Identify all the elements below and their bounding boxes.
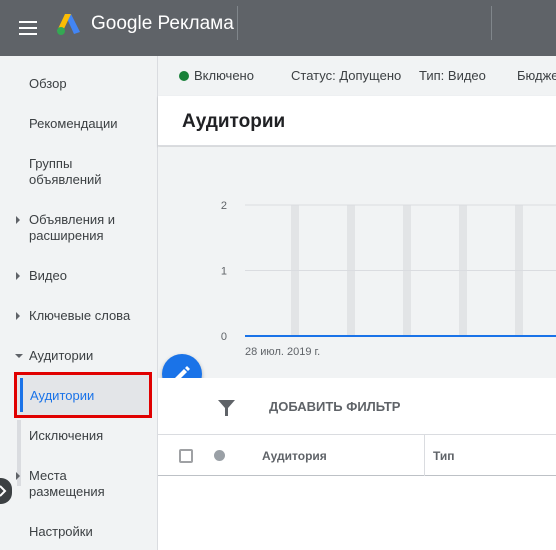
sidebar-item-recommendations[interactable]: Рекомендации xyxy=(0,116,157,132)
sidebar-item-audiences-group[interactable]: Аудитории xyxy=(0,348,157,364)
column-divider[interactable] xyxy=(424,435,425,476)
header-divider xyxy=(491,6,492,40)
add-filter-button[interactable]: ДОБАВИТЬ ФИЛЬТР xyxy=(269,399,400,414)
sidebar-item-label: Аудитории xyxy=(29,348,94,363)
campaign-type: Тип: Видео xyxy=(419,68,486,83)
y-tick-label: 2 xyxy=(221,200,227,212)
chevron-right-icon xyxy=(0,485,7,497)
table-body xyxy=(158,476,556,550)
sidebar-item-overview[interactable]: Обзор xyxy=(0,76,157,92)
campaign-budget: Бюдже xyxy=(517,68,556,83)
main-content: Включено Статус: Допущено Тип: Видео Бюд… xyxy=(158,56,556,550)
campaign-status-bar: Включено Статус: Допущено Тип: Видео Бюд… xyxy=(158,56,556,96)
select-all-checkbox[interactable] xyxy=(179,449,193,463)
sidebar-item-label: Аудитории xyxy=(30,388,95,403)
header-divider xyxy=(237,6,238,40)
expand-caret-icon xyxy=(16,312,20,320)
top-app-bar: Google Реклама xyxy=(0,0,556,56)
enabled-status[interactable]: Включено xyxy=(194,68,254,83)
sidebar-item-label: Группы объявлений xyxy=(29,156,102,187)
sidebar-item-audiences[interactable]: Аудитории xyxy=(14,372,152,418)
sidebar-item-label: Места размещения xyxy=(29,468,105,499)
sidebar-item-label: Настройки xyxy=(29,524,93,539)
enabled-status-dot xyxy=(179,71,189,81)
sidebar-item-label: Объявления и расширения xyxy=(29,212,116,243)
performance-chart: 2 1 0 28 июл. 2019 г. xyxy=(158,147,556,376)
sidebar-item-label: Обзор xyxy=(29,76,67,91)
sidebar-item-label: Исключения xyxy=(29,428,104,443)
sidebar-item-ad-groups[interactable]: Группы объявлений xyxy=(0,156,120,188)
sidebar-item-ads-extensions[interactable]: Объявления и расширения xyxy=(0,212,130,244)
expand-caret-icon xyxy=(16,272,20,280)
filter-bar: ДОБАВИТЬ ФИЛЬТР xyxy=(158,378,556,434)
sidebar-item-label: Ключевые слова xyxy=(29,308,131,323)
status-column-icon xyxy=(214,450,225,461)
sidebar-nav: Обзор Рекомендации Группы объявлений Объ… xyxy=(0,56,158,550)
approval-status: Статус: Допущено xyxy=(291,68,402,83)
column-header-audience[interactable]: Аудитория xyxy=(262,449,327,463)
column-header-type[interactable]: Тип xyxy=(433,449,455,463)
filter-icon[interactable] xyxy=(218,400,235,416)
expand-caret-icon xyxy=(16,472,20,480)
brand-name: Google Реклама xyxy=(91,13,234,34)
chart-svg: 2 1 0 28 июл. 2019 г. xyxy=(221,200,556,358)
sidebar-item-placements[interactable]: Места размещения xyxy=(0,468,120,500)
hamburger-menu-icon[interactable] xyxy=(12,12,44,44)
sidebar-item-keywords[interactable]: Ключевые слова xyxy=(0,308,157,324)
page-title: Аудитории xyxy=(182,111,286,132)
sidebar-item-settings[interactable]: Настройки xyxy=(0,524,157,540)
x-tick-label: 28 июл. 2019 г. xyxy=(245,346,320,358)
sidebar-item-label: Рекомендации xyxy=(29,116,118,131)
sidebar-item-video[interactable]: Видео xyxy=(0,268,157,284)
expand-caret-icon xyxy=(16,216,20,224)
google-ads-logo xyxy=(57,14,80,35)
y-tick-label: 0 xyxy=(221,331,227,343)
page-header-card: Аудитории xyxy=(158,96,556,146)
sidebar-item-label: Видео xyxy=(29,268,67,283)
sidebar-item-exclusions[interactable]: Исключения xyxy=(0,428,157,444)
table-header-row: Аудитория Тип xyxy=(158,434,556,476)
collapse-caret-icon xyxy=(15,354,23,358)
y-tick-label: 1 xyxy=(221,266,227,278)
active-indicator xyxy=(20,378,23,412)
